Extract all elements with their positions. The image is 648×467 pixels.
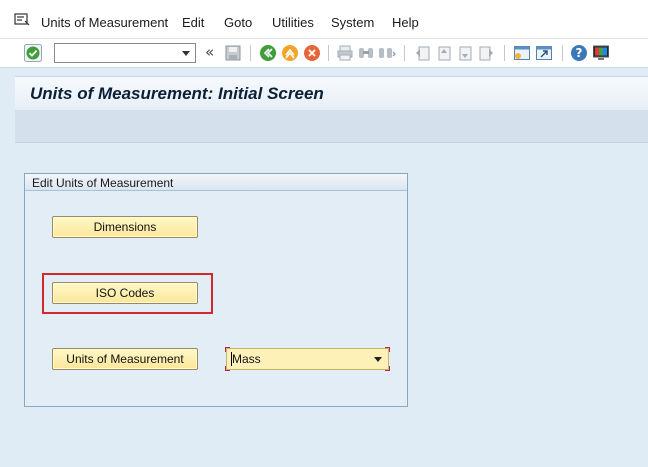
cancel-icon[interactable] (303, 44, 321, 62)
menu-goto[interactable]: Goto (224, 15, 252, 30)
enter-check-icon[interactable] (24, 44, 42, 62)
toolbar-separator (328, 45, 329, 61)
application-toolbar (15, 110, 648, 143)
menu-edit[interactable]: Edit (182, 15, 204, 30)
next-page-icon[interactable] (456, 44, 474, 62)
dimensions-button[interactable]: Dimensions (52, 216, 198, 238)
menu-help[interactable]: Help (392, 15, 419, 30)
toolbar-separator (250, 45, 251, 61)
menu-utilities[interactable]: Utilities (272, 15, 314, 30)
focus-corner (225, 347, 230, 352)
toolbar-separator (562, 45, 563, 61)
previous-page-icon[interactable] (435, 44, 453, 62)
create-session-icon[interactable] (513, 44, 531, 62)
help-icon[interactable]: ? (570, 44, 588, 62)
first-page-icon[interactable] (414, 44, 432, 62)
standard-toolbar: « ? (0, 39, 648, 68)
focus-corner (225, 366, 230, 371)
save-icon[interactable] (224, 44, 242, 62)
svg-text:?: ? (576, 46, 583, 60)
print-icon[interactable] (336, 44, 354, 62)
menu-toggle-icon[interactable] (14, 13, 30, 27)
find-next-icon[interactable] (378, 44, 396, 62)
toolbar-separator (404, 45, 405, 61)
exit-icon[interactable] (281, 44, 299, 62)
shortcut-icon[interactable] (535, 44, 553, 62)
menu-units-of-measurement[interactable]: Units of Measurement (41, 15, 168, 30)
menu-system[interactable]: System (331, 15, 374, 30)
focus-corner (385, 366, 390, 371)
group-title-bar: Edit Units of Measurement (25, 174, 407, 191)
title-bar: Units of Measurement: Initial Screen (15, 76, 648, 110)
back-icon[interactable] (259, 44, 277, 62)
chevron-down-icon[interactable] (182, 51, 190, 56)
toolbar-separator (504, 45, 505, 61)
page-title: Units of Measurement: Initial Screen (30, 84, 324, 103)
chevron-down-icon[interactable] (374, 357, 382, 362)
double-chevron-left-icon[interactable]: « (205, 43, 214, 61)
highlight-box (42, 273, 213, 314)
focus-corner (385, 347, 390, 352)
last-page-icon[interactable] (477, 44, 495, 62)
find-icon[interactable] (357, 44, 375, 62)
customize-layout-icon[interactable] (592, 44, 610, 62)
command-field[interactable] (54, 43, 196, 63)
menu-bar: Units of Measurement Edit Goto Utilities… (0, 0, 648, 39)
units-of-measurement-button[interactable]: Units of Measurement (52, 348, 198, 370)
group-title: Edit Units of Measurement (32, 176, 174, 190)
dimension-dropdown[interactable]: Mass (225, 347, 390, 371)
dropdown-value: Mass (232, 352, 261, 366)
